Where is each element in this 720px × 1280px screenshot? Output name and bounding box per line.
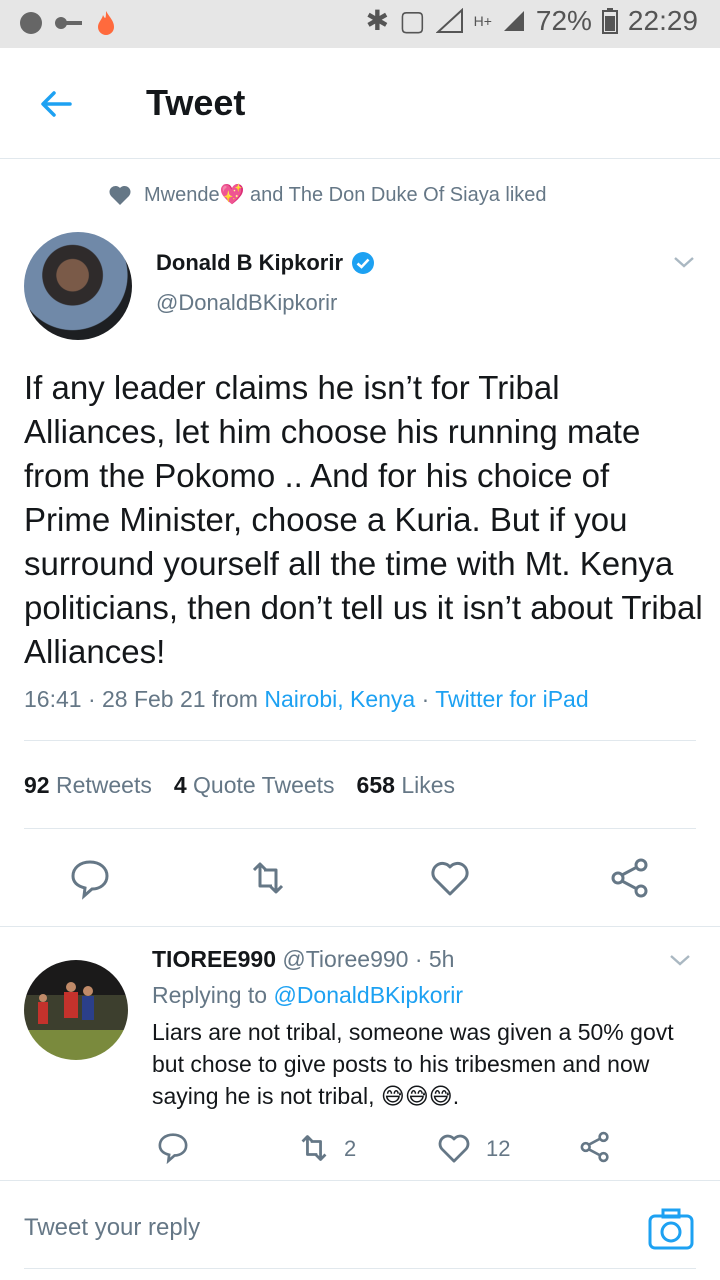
retweets-count: 92 [24,772,50,798]
camera-icon[interactable] [648,1208,694,1250]
tweet-stats: 92 Retweets 4 Quote Tweets 658 Likes [24,772,455,799]
tweet-action-bar [0,856,720,906]
reply-author-handle[interactable]: @Tioree990 [282,946,408,972]
football-photo [38,982,94,1024]
likes-label: Likes [401,772,456,798]
battery-level: 72% [535,4,592,36]
reply-avatar[interactable] [24,960,128,1060]
divider [0,926,720,927]
social-context-text: Mwende💖 and The Don Duke Of Siaya liked [144,184,547,206]
input-underline [24,1268,696,1269]
retweets-stat[interactable]: 92 Retweets [24,772,152,799]
chevron-down-icon[interactable] [668,948,692,972]
notification-icons [20,10,116,36]
quotes-stat[interactable]: 4 Quote Tweets [174,772,335,799]
bluetooth-icon: ✱ [365,5,390,36]
system-icons: ✱ ▢ H+ 72% 22:29 [366,4,698,37]
replying-to-link[interactable]: @DonaldBKipkorir [273,982,463,1008]
reply-input[interactable]: Tweet your reply [24,1214,200,1242]
retweet-icon[interactable] [246,856,290,900]
heart-icon [109,185,131,205]
replying-to: Replying to @DonaldBKipkorir [152,982,463,1009]
retweet-icon[interactable] [296,1130,332,1166]
likes-stat[interactable]: 658 Likes [357,772,455,799]
page-title: Tweet [146,82,246,123]
verified-badge-icon [352,252,375,274]
reply-action-bar: 2 12 [0,1130,720,1174]
author-handle[interactable]: @DonaldBKipkorir [156,290,375,316]
quotes-label: Quote Tweets [193,772,335,798]
app-icon [20,12,42,34]
flame-icon [98,11,114,35]
divider [24,740,696,741]
reply-like-count: 12 [486,1136,511,1161]
reply-author-name[interactable]: TIOREE990 [152,946,276,972]
heart-outline-icon[interactable] [428,856,472,900]
chevron-down-icon[interactable] [672,250,696,274]
clock: 22:29 [627,4,698,36]
retweets-label: Retweets [55,772,152,798]
share-icon[interactable] [578,1130,612,1164]
tweet-location-link[interactable]: Nairobi, Kenya [264,686,415,712]
author-avatar[interactable] [24,232,132,340]
arrow-left-icon[interactable] [36,84,76,124]
reply-icon[interactable] [68,856,112,900]
hplus-icon: H+ [473,12,492,29]
author-info[interactable]: Donald B Kipkorir @DonaldBKipkorir [156,250,375,316]
tweet-text: If any leader claims he isn’t for Tribal… [24,369,703,670]
likes-count: 658 [356,772,395,798]
divider [24,828,696,829]
heart-outline-icon[interactable] [436,1130,472,1166]
signal-icon [435,7,463,33]
author-name[interactable]: Donald B Kipkorir [156,250,343,276]
meta-separator: · [415,686,436,712]
vibrate-icon: ▢ [399,5,426,36]
share-icon[interactable] [608,856,652,900]
tweet-meta: 16:41 · 28 Feb 21 from Nairobi, Kenya · … [24,686,589,713]
divider [0,1180,720,1181]
reply-age: · 5h [408,946,455,972]
reply-icon[interactable] [156,1130,190,1164]
reply-text: Liars are not tribal, someone was given … [152,1019,674,1109]
social-context: Mwende💖 and The Don Duke Of Siaya liked [108,182,547,207]
app-bar: Tweet [0,48,720,159]
signal-icon-2 [503,10,524,31]
battery-icon [601,7,618,34]
replying-prefix: Replying to [152,982,274,1008]
reply-retweet-count: 2 [344,1136,357,1161]
quotes-count: 4 [173,772,187,798]
tweet-time: 16:41 · 28 Feb 21 from [24,686,265,712]
key-icon [55,17,82,29]
status-bar: ✱ ▢ H+ 72% 22:29 [0,0,720,48]
tweet-source-link[interactable]: Twitter for iPad [435,686,588,712]
reply-header: TIOREE990 @Tioree990 · 5h [152,946,454,973]
